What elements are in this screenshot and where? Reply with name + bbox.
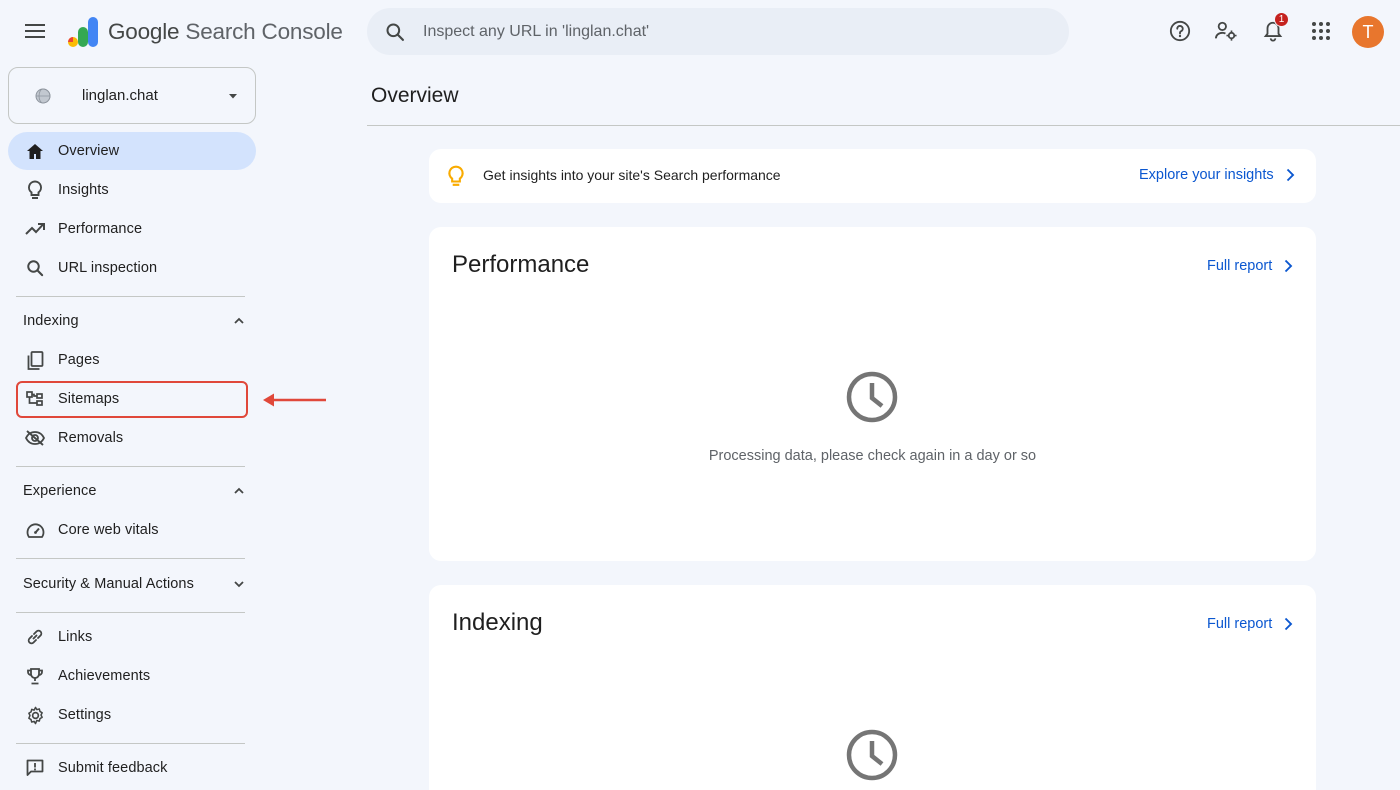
insights-banner-text: Get insights into your site's Search per… [483,167,781,183]
url-inspect-input[interactable] [423,22,1023,41]
indexing-section-toggle[interactable]: Indexing [8,302,256,340]
full-report-label: Full report [1207,616,1273,632]
sidebar-item-url-inspection[interactable]: URL inspection [8,249,256,287]
sidebar-item-label: Removals [58,430,124,446]
pages-icon [27,350,43,370]
dropdown-arrow-icon [229,93,237,98]
sidebar-item-label: Performance [58,221,143,237]
sidebar-item-label: Links [58,629,93,645]
trophy-icon [27,668,43,685]
page-title: Overview [371,84,459,107]
explore-insights-link[interactable]: Explore your insights [1139,167,1296,183]
card-title: Performance [452,251,590,278]
chevron-up-icon [234,487,244,494]
lightbulb-icon [28,180,42,199]
clock-icon [846,729,898,781]
visibility-off-icon [25,430,45,446]
sidebar-divider [16,558,245,559]
sitemap-icon [26,391,43,406]
help-button[interactable] [1165,16,1195,46]
account-settings-button[interactable] [1211,16,1241,46]
sidebar-item-label: Achievements [58,668,151,684]
main-menu-button[interactable] [18,14,52,48]
help-icon [1169,20,1191,42]
section-heading: Security & Manual Actions [23,576,194,592]
submit-feedback-button[interactable]: Submit feedback [8,749,256,787]
indexing-full-report-link[interactable]: Full report [1207,616,1294,632]
product-brand: Google [108,19,180,44]
sidebar-item-links[interactable]: Links [8,618,256,656]
sidebar-item-overview[interactable]: Overview [8,132,256,170]
sidebar-item-label: Pages [58,352,100,368]
sidebar-item-label: Insights [58,182,109,198]
card-title: Indexing [452,609,543,636]
apps-grid-icon [1312,22,1330,40]
sidebar-item-label: Sitemaps [58,391,120,407]
sidebar-item-label: URL inspection [58,260,158,276]
property-selector[interactable]: linglan.chat [8,67,256,124]
top-bar: Google Search Console 1 T [0,0,1400,64]
google-apps-button[interactable] [1306,16,1336,46]
insights-banner: Get insights into your site's Search per… [429,149,1316,203]
sidebar-item-removals[interactable]: Removals [8,419,256,457]
performance-card: Performance Full report Processing data,… [429,227,1316,561]
chevron-right-icon [1285,617,1293,631]
title-divider [367,125,1400,126]
product-title: Search Console [179,19,343,44]
product-name: Google Search Console [108,19,343,45]
chevron-up-icon [234,317,244,324]
account-avatar[interactable]: T [1352,16,1384,48]
section-heading: Experience [23,483,97,499]
home-icon [27,143,43,159]
chevron-right-icon [1286,168,1294,182]
section-heading: Indexing [23,313,79,329]
sidebar-divider [16,612,245,613]
sidebar-divider [16,743,245,744]
explore-insights-label: Explore your insights [1139,167,1274,183]
sidebar-item-achievements[interactable]: Achievements [8,657,256,695]
chevron-down-icon [234,581,244,588]
sidebar-item-sitemaps[interactable]: Sitemaps [8,380,256,418]
search-console-logo-icon [68,17,98,47]
globe-icon [35,88,51,103]
sidebar-divider [16,296,245,297]
sidebar-item-label: Submit feedback [58,760,168,776]
clock-icon [846,371,898,423]
sidebar-item-label: Overview [58,143,120,159]
link-icon [27,629,43,645]
hamburger-menu-icon [25,24,45,38]
sidebar-item-insights[interactable]: Insights [8,171,256,209]
notification-count-badge: 1 [1274,12,1289,27]
sidebar-item-core-web-vitals[interactable]: Core web vitals [8,511,256,549]
gear-icon [27,706,43,724]
sidebar-divider [16,466,245,467]
speedometer-icon [26,523,44,538]
url-inspection-search-bar[interactable] [367,8,1069,55]
manage-accounts-icon [1215,21,1237,41]
chevron-right-icon [1285,259,1293,273]
property-name: linglan.chat [82,87,158,104]
lightbulb-icon [448,165,464,186]
sidebar-item-label: Settings [58,707,112,723]
annotation-arrow-icon [263,393,326,407]
security-section-toggle[interactable]: Security & Manual Actions [8,565,256,603]
sidebar-item-performance[interactable]: Performance [8,210,256,248]
search-icon[interactable] [383,20,407,44]
sidebar-item-pages[interactable]: Pages [8,341,256,379]
sidebar-item-label: Core web vitals [58,522,159,538]
experience-section-toggle[interactable]: Experience [8,472,256,510]
search-icon [27,260,44,277]
performance-full-report-link[interactable]: Full report [1207,258,1294,274]
trending-up-icon [25,223,45,235]
full-report-label: Full report [1207,258,1273,274]
indexing-card: Indexing Full report [429,585,1316,790]
feedback-icon [26,759,44,776]
notifications-button[interactable]: 1 [1258,12,1289,46]
sidebar-item-settings[interactable]: Settings [8,696,256,734]
processing-status-text: Processing data, please check again in a… [708,448,1037,464]
